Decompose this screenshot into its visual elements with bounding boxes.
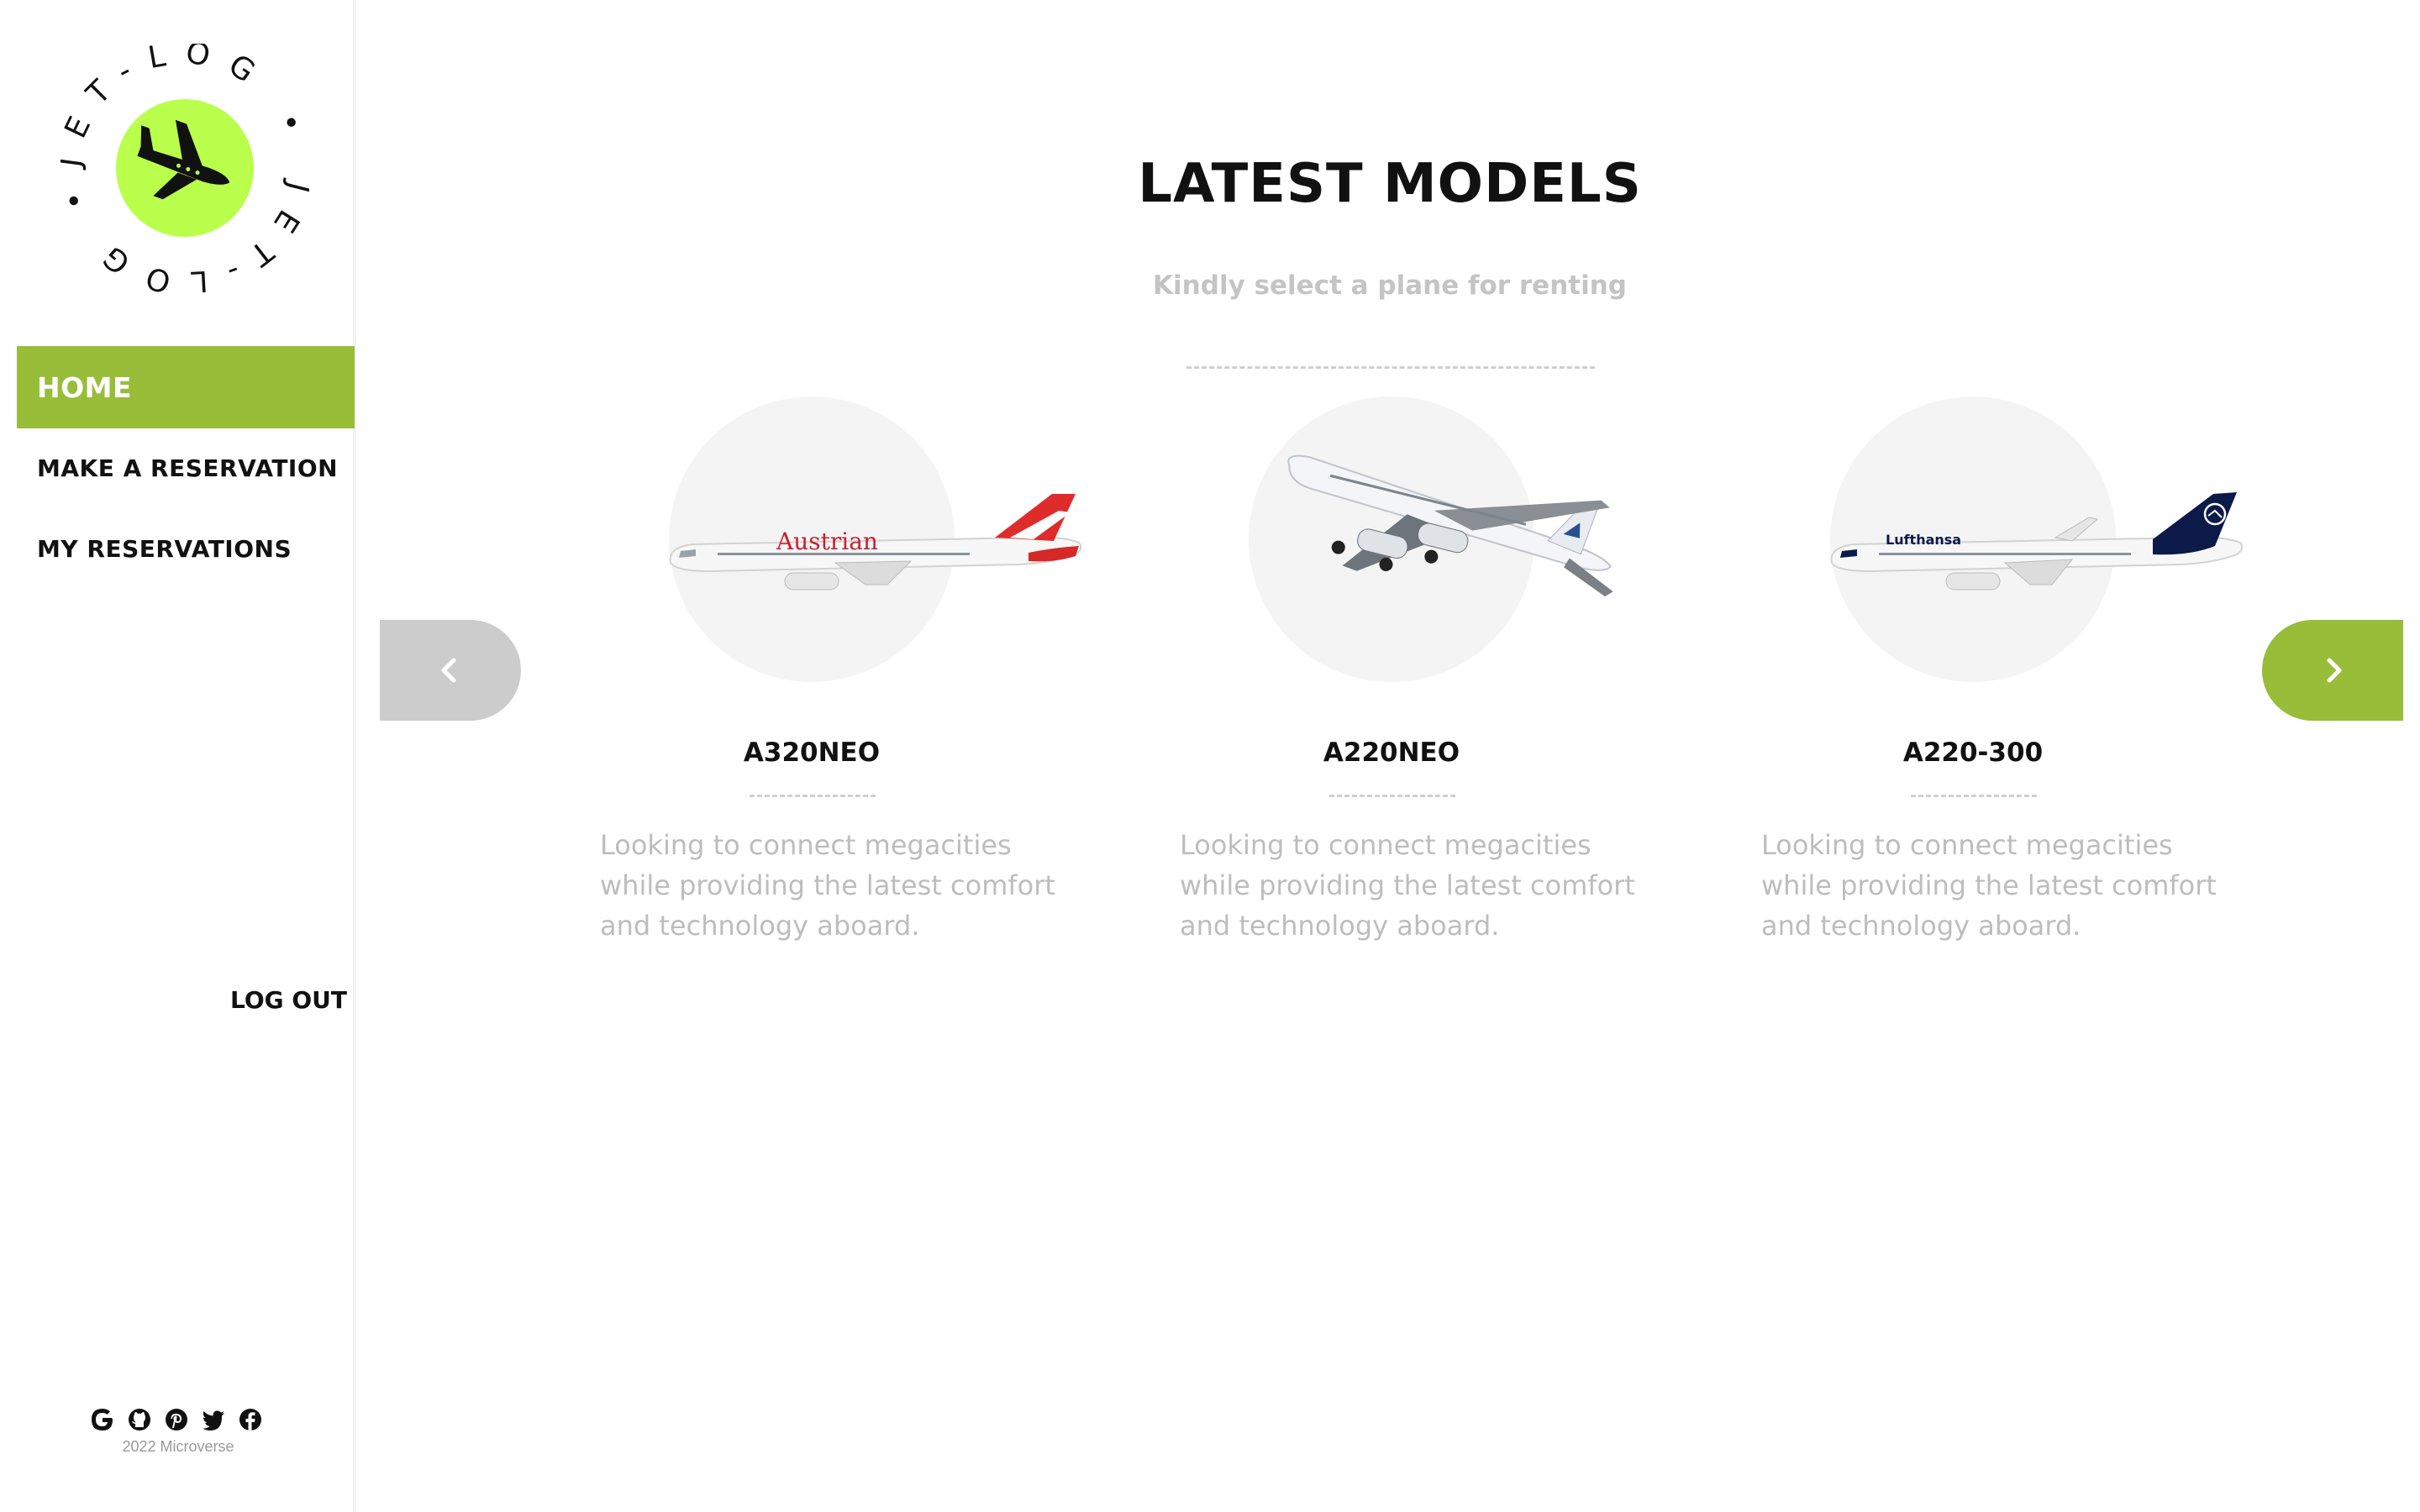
model-divider [750,795,876,797]
plane-card[interactable]: A220NEO Looking to connect megacities wh… [1180,395,1701,966]
nav-item-label: HOME [37,370,133,404]
page-title: LATEST MODELS [1138,153,1642,215]
google-icon[interactable] [87,1404,118,1435]
nav-item-home[interactable]: HOME [17,346,355,428]
plane-image: Austrian [669,494,1082,591]
nav-item-label: MY RESERVATIONS [37,534,292,563]
chevron-left-icon [441,658,456,683]
carousel-next-button[interactable] [2262,620,2403,721]
chevron-right-icon [2327,658,2342,683]
model-description: Looking to connect megacities while prov… [1180,829,1635,942]
model-name: A220-300 [1902,738,2044,768]
pinterest-icon[interactable] [161,1404,192,1435]
logout-button[interactable]: LOG OUT [230,986,347,1014]
model-name: A320NEO [743,738,881,768]
model-name: A220NEO [1323,738,1460,768]
nav-item-label: MAKE A RESERVATION [37,454,339,482]
nav-item-make-reservation[interactable]: MAKE A RESERVATION [17,427,355,509]
plane-livery-text: Austrian [776,528,878,555]
page-subtitle: Kindly select a plane for renting [1153,270,1627,301]
copyright-text: 2022 Microverse [122,1438,234,1455]
plane-image: Lufthansa [1830,492,2244,591]
facebook-icon[interactable] [235,1404,266,1435]
model-divider [1329,795,1455,797]
model-description: Looking to connect megacities while prov… [600,829,1055,942]
nav-item-my-reservations[interactable]: MY RESERVATIONS [17,507,355,590]
social-links [87,1404,266,1435]
model-description: Looking to connect megacities while prov… [1761,829,2217,942]
plane-image [1287,454,1613,597]
github-icon[interactable] [124,1404,155,1435]
model-divider [1911,795,2037,797]
title-divider [1186,366,1595,369]
jet-log-logo[interactable]: JET-LOG • JET-LOG • [53,35,309,300]
plane-card[interactable]: Austrian A320NEO Looking to connect mega… [600,395,1121,966]
main-content: LATEST MODELS Kindly select a plane for … [360,0,2420,1512]
carousel-prev-button[interactable] [380,620,521,721]
twitter-icon[interactable] [198,1404,229,1435]
plane-card[interactable]: Lufthansa A220-300 Looking to connect me… [1761,395,2282,966]
sidebar: JET-LOG • JET-LOG • HOME MAKE A RESERVAT… [0,0,356,1512]
plane-livery-text: Lufthansa [1886,532,1961,548]
